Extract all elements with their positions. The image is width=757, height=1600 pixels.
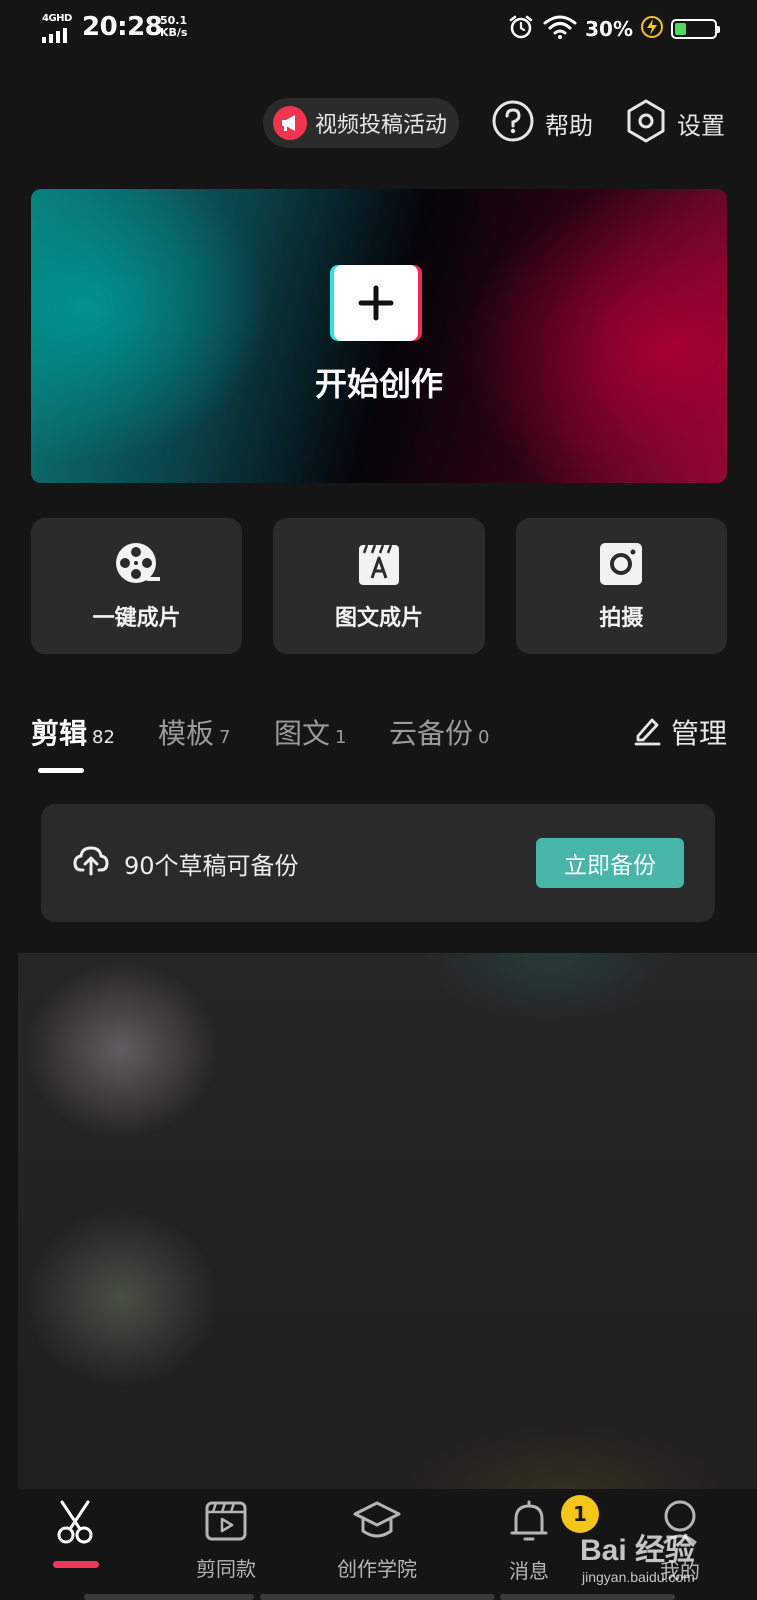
tab-cloud-backup-label: 云备份 — [389, 717, 474, 750]
nav-profile[interactable]: 我的 — [605, 1499, 755, 1584]
tab-image-text[interactable]: 图文 1 — [274, 712, 346, 752]
start-creating-label: 开始创作 — [314, 365, 443, 403]
wifi-icon — [543, 14, 577, 44]
bottom-nav: 剪同款 创作学院 消息 我的 — [0, 1489, 757, 1600]
network-type: 4GHD — [42, 13, 72, 24]
megaphone-icon — [272, 106, 307, 140]
tab-image-text-count: 1 — [335, 727, 347, 748]
plus-icon — [330, 265, 422, 341]
draft-thumbnail[interactable] — [18, 953, 757, 1493]
tab-cloud-backup[interactable]: 云备份 0 — [389, 712, 489, 752]
promo-activity-label: 视频投稿活动 — [314, 113, 447, 138]
help-icon — [491, 99, 535, 147]
backup-banner: 90个草稿可备份 立即备份 — [41, 804, 715, 922]
graduation-cap-icon — [352, 1499, 402, 1547]
nav-templates[interactable]: 剪同款 — [151, 1499, 301, 1582]
backup-now-button[interactable]: 立即备份 — [536, 838, 684, 888]
template-icon — [204, 1499, 248, 1547]
film-reel-icon — [113, 540, 161, 588]
status-time: 20:28 — [82, 12, 163, 42]
settings-label: 设置 — [677, 111, 725, 140]
help-label: 帮助 — [545, 111, 593, 140]
charging-icon — [641, 15, 663, 43]
tab-templates[interactable]: 模板 7 — [158, 712, 230, 752]
backup-message: 90个草稿可备份 — [124, 852, 299, 880]
status-bar: 4GHD 20:28 50.1 KB/s 30% — [0, 0, 757, 58]
shoot-label: 拍摄 — [599, 606, 644, 631]
profile-icon — [658, 1499, 702, 1549]
nav-academy-label: 创作学院 — [337, 1557, 417, 1581]
draft-tabs: 剪辑 82 模板 7 图文 1 云备份 0 管理 — [31, 712, 727, 773]
tab-edit[interactable]: 剪辑 82 — [31, 712, 115, 752]
manage-label: 管理 — [670, 717, 727, 750]
top-actions: 视频投稿活动 帮助 设置 — [262, 98, 725, 148]
text-to-video-button[interactable]: 图文成片 — [273, 518, 485, 654]
messages-badge: 1 — [561, 1495, 599, 1533]
promo-activity-button[interactable]: 视频投稿活动 — [262, 98, 459, 148]
one-click-video-button[interactable]: 一键成片 — [31, 518, 243, 654]
tab-edit-label: 剪辑 — [31, 717, 88, 750]
pencil-icon — [633, 714, 663, 750]
tab-templates-label: 模板 — [158, 717, 215, 750]
camera-icon — [597, 540, 645, 588]
nav-edit[interactable] — [0, 1499, 150, 1555]
home-indicator-right — [500, 1594, 675, 1600]
settings-hexagon-icon — [625, 98, 667, 148]
bell-icon — [508, 1499, 550, 1549]
settings-button[interactable]: 设置 — [625, 98, 725, 148]
cloud-upload-icon — [73, 844, 109, 880]
tab-image-text-label: 图文 — [274, 717, 331, 750]
start-creating-button[interactable]: 开始创作 — [31, 189, 727, 483]
quick-actions: 一键成片 图文成片 拍摄 — [31, 518, 727, 654]
shoot-button[interactable]: 拍摄 — [515, 518, 727, 654]
scissors-icon — [52, 1499, 98, 1549]
nav-templates-label: 剪同款 — [196, 1557, 256, 1581]
alarm-icon — [507, 13, 535, 45]
tab-templates-count: 7 — [219, 727, 231, 748]
tab-cloud-backup-count: 0 — [478, 727, 490, 748]
cellular-signal-icon: 4GHD — [40, 13, 76, 43]
network-speed: 50.1 KB/s — [160, 14, 188, 39]
nav-active-indicator — [53, 1561, 99, 1568]
text-to-video-label: 图文成片 — [334, 606, 423, 631]
manage-button[interactable]: 管理 — [633, 712, 727, 752]
help-button[interactable]: 帮助 — [491, 99, 593, 147]
nav-academy[interactable]: 创作学院 — [302, 1499, 452, 1582]
home-indicator — [84, 1594, 254, 1600]
text-clapper-icon — [355, 540, 403, 588]
tab-edit-count: 82 — [92, 727, 115, 748]
active-tab-indicator — [38, 768, 84, 773]
battery-icon — [671, 19, 720, 39]
one-click-video-label: 一键成片 — [92, 606, 181, 631]
battery-percent: 30% — [585, 17, 633, 41]
home-indicator-center — [260, 1594, 495, 1600]
nav-profile-label: 我的 — [660, 1559, 700, 1583]
nav-messages-label: 消息 — [509, 1559, 549, 1583]
